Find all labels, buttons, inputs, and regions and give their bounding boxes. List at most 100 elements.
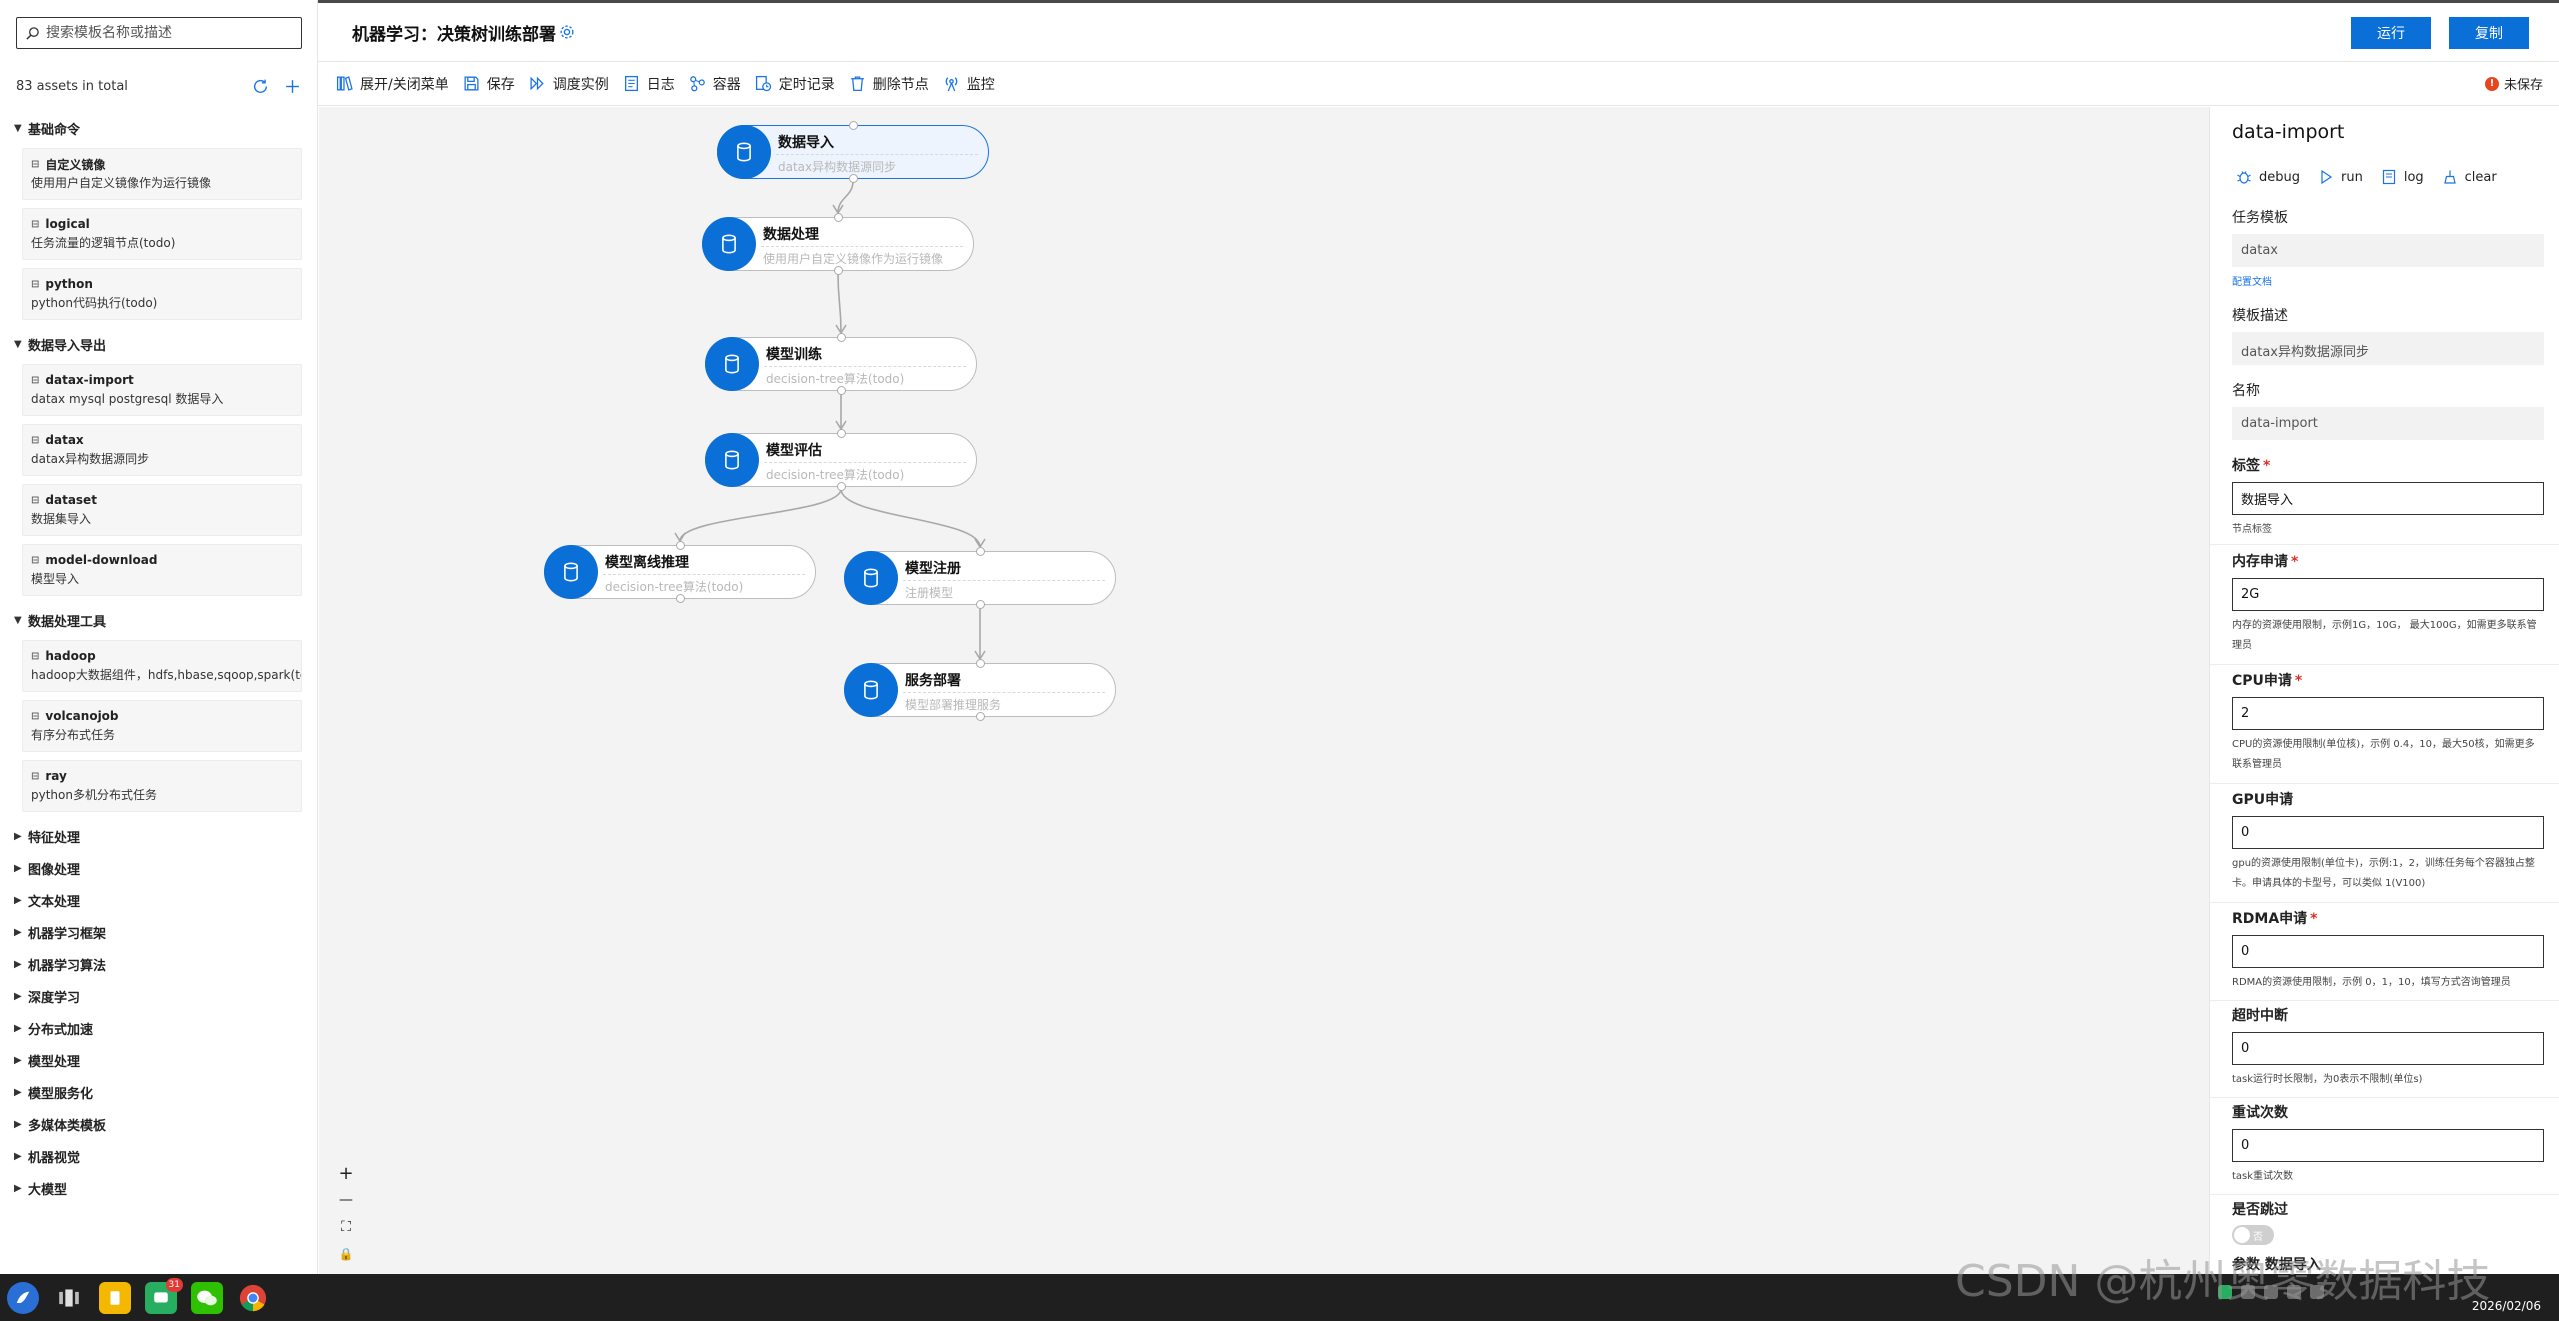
timer-record-button[interactable]: 定时记录: [755, 74, 835, 94]
input-port[interactable]: [836, 429, 846, 438]
template-search[interactable]: [16, 17, 302, 49]
output-port[interactable]: [975, 712, 985, 721]
category-header[interactable]: ▶ 文本处理: [14, 884, 304, 916]
run-button[interactable]: 运行: [2351, 17, 2431, 49]
rdma-input[interactable]: [2232, 935, 2544, 968]
pipeline-node[interactable]: 模型注册 注册模型: [844, 547, 1116, 609]
pipeline-edge[interactable]: [840, 488, 981, 548]
category-header[interactable]: ▶ 模型服务化: [14, 1076, 304, 1108]
node-log-button[interactable]: log: [2381, 169, 2424, 185]
template-desc: hadoop大数据组件，hdfs,hbase,sqoop,spark(todo): [31, 668, 301, 682]
skip-toggle[interactable]: 否: [2232, 1225, 2274, 1245]
zoom-in-button[interactable]: +: [333, 1160, 359, 1186]
pipeline-canvas[interactable]: 数据导入 datax异构数据源同步数据处理 使用用户自定义镜像作为运行镜像 模型训练 d…: [319, 107, 2209, 1274]
monitor-button[interactable]: 监控: [943, 74, 995, 94]
category-header[interactable]: ▶ 机器学习框架: [14, 916, 304, 948]
pipeline-node[interactable]: 服务部署 模型部署推理服务: [844, 659, 1116, 721]
gear-icon[interactable]: [558, 23, 576, 41]
tray-icon[interactable]: [2241, 1285, 2255, 1299]
output-port[interactable]: [836, 386, 846, 395]
output-port[interactable]: [848, 174, 858, 183]
chrome-icon[interactable]: [237, 1282, 269, 1314]
template-card[interactable]: ⊟ datax-import datax mysql postgresql 数据导入: [22, 364, 302, 416]
category-header[interactable]: ▶ 特征处理: [14, 820, 304, 852]
template-card[interactable]: ⊟ volcanojob 有序分布式任务: [22, 700, 302, 752]
category-items: ⊟ hadoop hadoop大数据组件，hdfs,hbase,sqoop,spar…: [14, 640, 304, 812]
pipeline-edge[interactable]: [679, 488, 842, 542]
gpu-input[interactable]: [2232, 816, 2544, 849]
delete-node-button[interactable]: 删除节点: [849, 74, 929, 94]
memory-input[interactable]: [2232, 578, 2544, 611]
output-port[interactable]: [675, 594, 685, 603]
output-port[interactable]: [975, 600, 985, 609]
template-card[interactable]: ⊟ python python代码执行(todo): [22, 268, 302, 320]
category-header[interactable]: ▶ 机器学习算法: [14, 948, 304, 980]
wechat-icon[interactable]: [191, 1282, 223, 1314]
cpu-input[interactable]: [2232, 697, 2544, 730]
copy-button[interactable]: 复制: [2449, 17, 2529, 49]
add-icon[interactable]: [282, 76, 302, 96]
category-header[interactable]: ▼ 基础命令: [14, 112, 304, 144]
output-port[interactable]: [836, 482, 846, 491]
template-card[interactable]: ⊟ 自定义镜像 使用用户自定义镜像作为运行镜像: [22, 148, 302, 200]
save-button[interactable]: 保存: [463, 74, 515, 94]
tray-icon[interactable]: [2287, 1285, 2301, 1299]
pipeline-node[interactable]: 数据导入 datax异构数据源同步: [716, 121, 989, 183]
fit-view-button[interactable]: ⛶: [333, 1214, 359, 1240]
clear-button[interactable]: clear: [2442, 169, 2497, 185]
pipeline-node[interactable]: 模型训练 decision-tree算法(todo): [705, 333, 977, 395]
retry-input[interactable]: [2232, 1129, 2544, 1162]
category-header[interactable]: ▼ 数据导入导出: [14, 328, 304, 360]
refresh-icon[interactable]: [250, 76, 270, 96]
zoom-out-button[interactable]: —: [333, 1187, 359, 1213]
config-doc-link[interactable]: 配置文档: [2232, 273, 2544, 288]
template-card[interactable]: ⊟ dataset 数据集导入: [22, 484, 302, 536]
category-header[interactable]: ▶ 图像处理: [14, 852, 304, 884]
lock-button[interactable]: 🔒: [333, 1241, 359, 1267]
tray-icon[interactable]: [2264, 1285, 2278, 1299]
tray-icon[interactable]: [2218, 1285, 2232, 1299]
pipeline-edge[interactable]: [837, 272, 842, 334]
toggle-label: 否: [2253, 1232, 2263, 1243]
input-port[interactable]: [833, 213, 843, 222]
node-run-button[interactable]: run: [2318, 169, 2363, 185]
debug-button[interactable]: debug: [2236, 169, 2300, 185]
category-header[interactable]: ▶ 模型处理: [14, 1044, 304, 1076]
pipeline-node[interactable]: 模型评估 decision-tree算法(todo): [705, 429, 977, 491]
output-port[interactable]: [833, 266, 843, 275]
category-header[interactable]: ▶ 机器视觉: [14, 1140, 304, 1172]
toolbar-label: 定时记录: [778, 76, 835, 93]
template-card[interactable]: ⊟ model-download 模型导入: [22, 544, 302, 596]
pipeline-node[interactable]: 模型离线推理 decision-tree算法(todo): [544, 541, 816, 603]
tray-icon[interactable]: [2310, 1285, 2324, 1299]
tag-input[interactable]: [2232, 482, 2544, 515]
toggle-menu-button[interactable]: 展开/关闭菜单: [336, 74, 449, 94]
search-input[interactable]: [46, 25, 286, 41]
category-header[interactable]: ▶ 多媒体类模板: [14, 1108, 304, 1140]
category-header[interactable]: ▼ 数据处理工具: [14, 604, 304, 636]
schedule-instance-button[interactable]: 调度实例: [529, 74, 609, 94]
category-header[interactable]: ▶ 大模型: [14, 1172, 304, 1204]
input-port[interactable]: [836, 333, 846, 342]
category-label: 数据处理工具: [28, 614, 107, 630]
pipeline-node[interactable]: 数据处理 使用用户自定义镜像作为运行镜像: [702, 213, 974, 275]
input-port[interactable]: [675, 541, 685, 550]
log-button[interactable]: 日志: [623, 74, 675, 94]
template-card[interactable]: ⊟ logical 任务流量的逻辑节点(todo): [22, 208, 302, 260]
template-card[interactable]: ⊟ hadoop hadoop大数据组件，hdfs,hbase,sqoop,spar…: [22, 640, 302, 692]
container-button[interactable]: 容器: [689, 74, 741, 94]
timeout-input[interactable]: [2232, 1032, 2544, 1065]
input-port[interactable]: [975, 659, 985, 668]
messaging-app-icon[interactable]: 31: [145, 1278, 183, 1314]
category-header[interactable]: ▶ 深度学习: [14, 980, 304, 1012]
category-header[interactable]: ▶ 分布式加速: [14, 1012, 304, 1044]
template-card[interactable]: ⊟ ray python多机分布式任务: [22, 760, 302, 812]
multitask-icon[interactable]: [53, 1282, 85, 1314]
input-port[interactable]: [975, 547, 985, 556]
files-app-icon[interactable]: [99, 1282, 131, 1314]
start-icon[interactable]: [7, 1282, 39, 1314]
input-port[interactable]: [848, 121, 858, 130]
category-label: 模型处理: [28, 1054, 81, 1070]
template-card[interactable]: ⊟ datax datax异构数据源同步: [22, 424, 302, 476]
play-icon: [2321, 169, 2333, 185]
